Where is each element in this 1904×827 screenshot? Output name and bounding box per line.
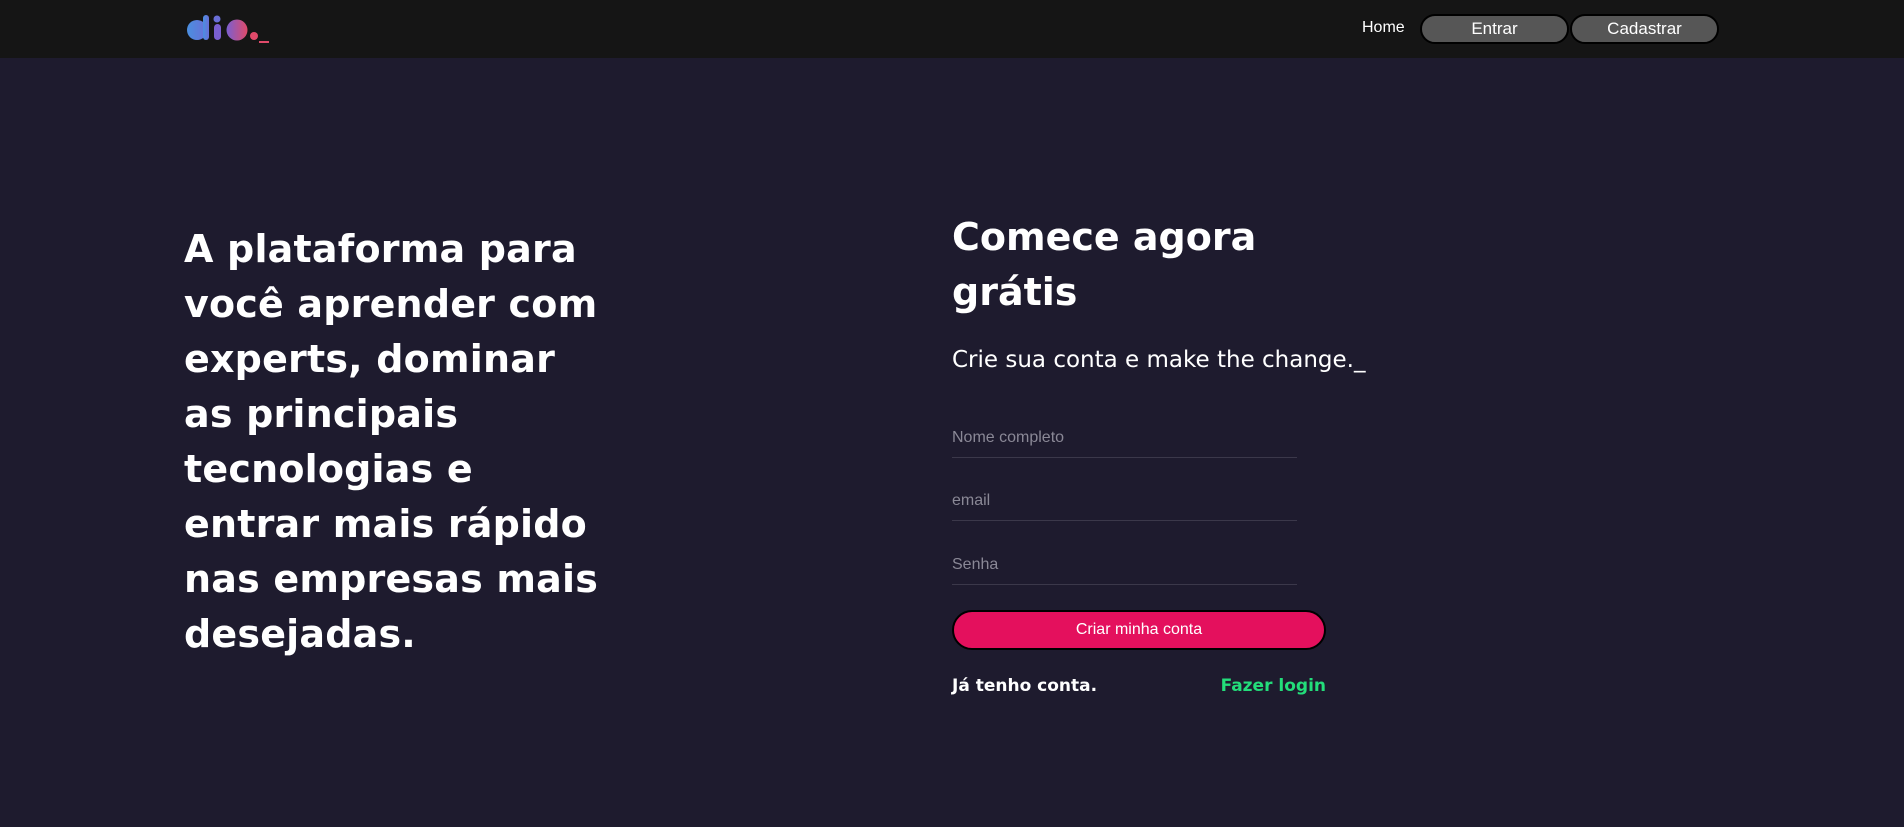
signup-form-title: Comece agora grátis — [952, 215, 1257, 314]
top-navigation-bar: Home Entrar Cadastrar — [0, 0, 1904, 58]
have-account-text: Já tenho conta. — [952, 676, 1098, 696]
email-input[interactable] — [952, 481, 1297, 521]
login-button[interactable]: Entrar — [1420, 14, 1569, 44]
password-input[interactable] — [952, 545, 1297, 585]
signup-form-subtitle: Crie sua conta e make the change._ — [952, 347, 1366, 373]
create-account-button[interactable]: Criar minha conta — [952, 610, 1326, 650]
signup-button[interactable]: Cadastrar — [1570, 14, 1719, 44]
dio-logo-icon[interactable] — [186, 14, 271, 44]
hero-headline: A plataforma para você aprender com expe… — [184, 227, 599, 656]
nav-home-link[interactable]: Home — [1362, 19, 1405, 37]
full-name-input[interactable] — [952, 418, 1297, 458]
login-link[interactable]: Fazer login — [1221, 676, 1326, 696]
